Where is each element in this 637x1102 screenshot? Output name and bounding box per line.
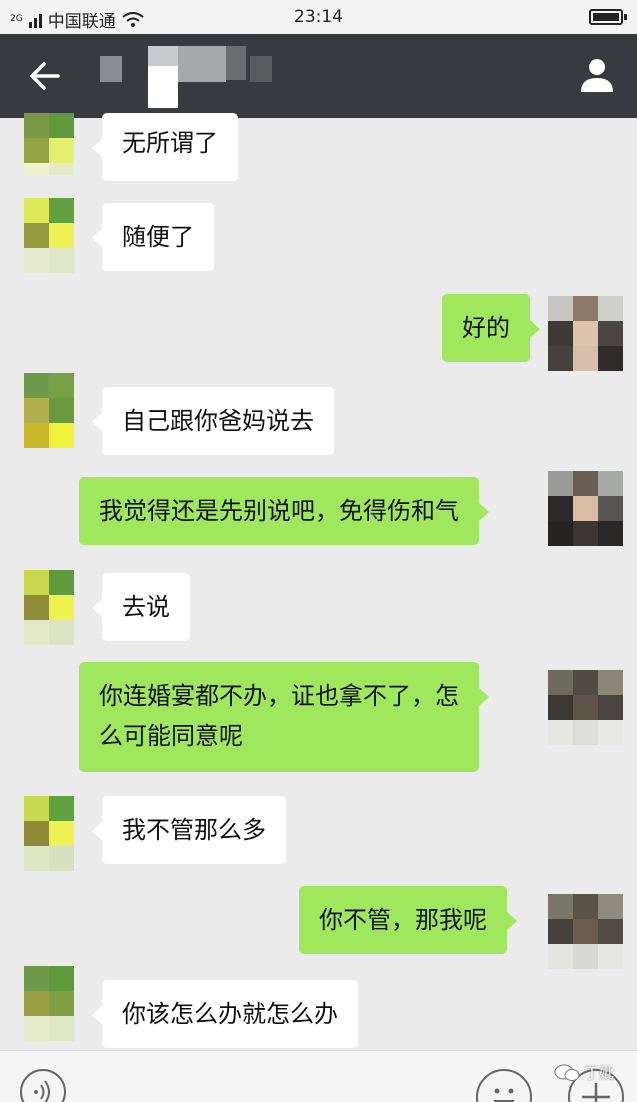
message-bubble-multiline[interactable]: 你连婚宴都不办，证也拿不了，怎 么可能同意呢 — [79, 662, 489, 772]
avatar[interactable] — [548, 894, 623, 969]
message-bubble[interactable]: 自己跟你爸妈说去 — [92, 387, 334, 455]
avatar[interactable] — [548, 670, 623, 745]
avatar[interactable] — [24, 198, 74, 273]
input-toolbar — [0, 1050, 637, 1102]
message-bubble[interactable]: 去说 — [92, 573, 190, 641]
avatar[interactable] — [24, 966, 74, 1041]
message-bubble[interactable]: 我觉得还是先别说吧，免得伤和气 — [79, 477, 489, 545]
message-line: 你连婚宴都不办，证也拿不了，怎 — [99, 682, 459, 710]
avatar[interactable] — [24, 373, 74, 448]
avatar[interactable] — [548, 471, 623, 546]
message-line: 么可能同意呢 — [99, 722, 243, 750]
chat-bubbles-icon — [554, 1064, 580, 1081]
watermark: 丁妣 — [554, 1062, 614, 1083]
emoji-icon[interactable] — [476, 1069, 532, 1102]
avatar[interactable] — [24, 113, 74, 175]
battery-icon — [589, 9, 627, 25]
message-bubble[interactable]: 好的 — [442, 294, 540, 362]
status-time: 23:14 — [294, 7, 343, 27]
message-bubble[interactable]: 我不管那么多 — [92, 796, 286, 864]
avatar[interactable] — [548, 296, 623, 371]
avatar[interactable] — [24, 570, 74, 645]
arrow-left-icon[interactable] — [24, 58, 64, 94]
contact-name-pixelated — [100, 46, 290, 108]
watermark-text: 丁妣 — [584, 1064, 615, 1082]
message-bubble[interactable]: 你不管，那我呢 — [299, 886, 517, 954]
message-bubble[interactable]: 无所谓了 — [92, 113, 238, 181]
message-bubble[interactable]: 随便了 — [92, 203, 214, 271]
message-bubble[interactable]: 你该怎么办就怎么办 — [92, 980, 358, 1048]
voice-icon[interactable] — [20, 1069, 66, 1102]
avatar[interactable] — [24, 796, 74, 871]
person-icon[interactable] — [577, 54, 617, 94]
status-bar: 2G 中国联通 23:14 — [0, 0, 637, 34]
chat-header — [0, 34, 637, 118]
